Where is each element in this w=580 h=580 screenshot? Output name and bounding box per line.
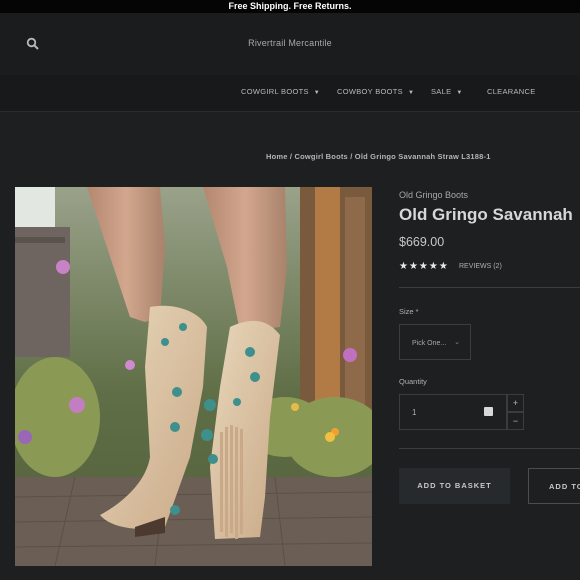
announcement-bar: Free Shipping. Free Returns.: [0, 0, 580, 13]
nav-item-clearance[interactable]: CLEARANCE: [487, 87, 536, 96]
breadcrumb-separator: /: [287, 152, 295, 161]
add-to-basket-button[interactable]: ADD TO BASKET: [399, 468, 510, 504]
spinner-icon[interactable]: [484, 407, 493, 416]
quantity-decrement-button[interactable]: −: [507, 412, 524, 430]
rating-stars: ★★★★★: [399, 261, 449, 272]
nav-item-label: COWGIRL BOOTS: [241, 87, 309, 96]
quantity-input[interactable]: 1: [399, 394, 507, 430]
quantity-value: 1: [412, 408, 417, 417]
reviews-link[interactable]: REVIEWS (2): [459, 263, 502, 270]
size-select[interactable]: Pick One... ⌄: [399, 324, 471, 360]
divider: [399, 287, 580, 288]
size-select-value: Pick One...: [412, 340, 447, 347]
breadcrumb-current: Old Gringo Savannah Straw L3188-1: [354, 152, 491, 161]
product-image[interactable]: [15, 187, 372, 566]
breadcrumb-separator: /: [347, 152, 355, 161]
nav-item-cowgirl-boots[interactable]: COWGIRL BOOTS ▼: [241, 87, 320, 96]
breadcrumb-category[interactable]: Cowgirl Boots: [295, 152, 348, 161]
product-brand[interactable]: Old Gringo Boots: [399, 190, 468, 200]
caret-down-icon: ▼: [313, 90, 321, 96]
divider: [399, 448, 580, 449]
product-title: Old Gringo Savannah: [399, 205, 573, 224]
size-label: Size *: [399, 307, 419, 316]
quantity-increment-button[interactable]: +: [507, 394, 524, 412]
chevron-down-icon: ⌄: [454, 339, 460, 346]
nav-item-sale[interactable]: SALE ▼: [431, 87, 463, 96]
caret-down-icon: ▼: [407, 90, 415, 96]
product-price: $669.00: [399, 235, 445, 249]
site-header: Rivertrail Mercantile: [0, 13, 580, 75]
nav-item-cowboy-boots[interactable]: COWBOY BOOTS ▼: [337, 87, 414, 96]
quantity-label: Quantity: [399, 377, 427, 386]
announcement-text: Free Shipping. Free Returns.: [228, 1, 352, 11]
main-nav: COWGIRL BOOTS ▼ COWBOY BOOTS ▼ SALE ▼ CLEAR…: [0, 75, 580, 112]
nav-item-label: CLEARANCE: [487, 87, 536, 96]
nav-item-label: COWBOY BOOTS: [337, 87, 403, 96]
breadcrumb: Home / Cowgirl Boots / Old Gringo Savann…: [266, 152, 491, 161]
add-to-secondary-button[interactable]: ADD TO: [528, 468, 580, 504]
product-photo-illustration: [15, 187, 372, 566]
nav-item-label: SALE: [431, 87, 452, 96]
caret-down-icon: ▼: [456, 90, 463, 96]
store-name[interactable]: Rivertrail Mercantile: [0, 38, 580, 48]
breadcrumb-home[interactable]: Home: [266, 152, 288, 161]
